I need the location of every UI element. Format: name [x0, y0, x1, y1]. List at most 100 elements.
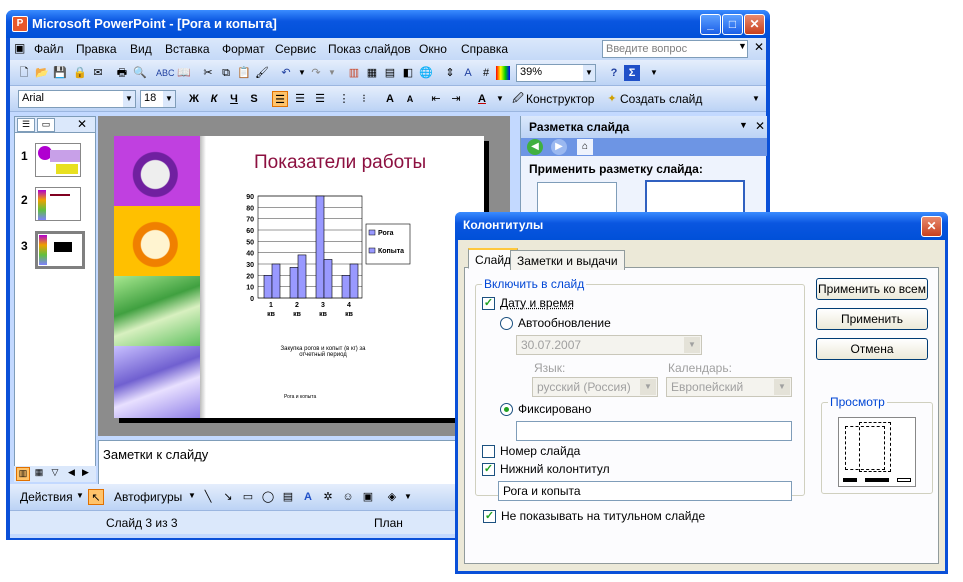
slide-thumbnail-1[interactable] [35, 143, 81, 177]
maximize-button[interactable]: □ [722, 14, 743, 35]
show-formatting-icon[interactable]: A [460, 65, 476, 81]
undo-icon[interactable]: ↶ [278, 65, 294, 81]
cut-icon[interactable]: ✂ [200, 65, 216, 81]
dialog-title-bar[interactable]: Колонтитулы ✕ [455, 212, 948, 240]
scroll-right-icon[interactable]: ▶ [82, 467, 89, 478]
outline-tab[interactable]: ☰ [17, 118, 35, 132]
designer-icon[interactable]: 🖉 [510, 91, 526, 107]
paste-icon[interactable]: 📋 [236, 65, 252, 81]
save-icon[interactable]: 💾 [52, 65, 68, 81]
home-icon[interactable]: ⌂ [577, 139, 593, 155]
line-icon[interactable]: ╲ [200, 489, 216, 505]
format-painter-icon[interactable]: 🖌 [254, 65, 270, 81]
close-document-icon[interactable]: ✕ [754, 40, 764, 54]
layout-selected-option[interactable] [645, 180, 745, 216]
zoom-select[interactable]: 39% ▼ [516, 64, 596, 82]
close-icon[interactable]: ✕ [755, 119, 765, 133]
sum-icon[interactable]: Σ [624, 65, 640, 81]
select-pointer-icon[interactable]: ↖ [88, 489, 104, 505]
current-slide[interactable]: Показатели работы 90 80 70 60 50 40 30 20 10 0 1 кв… [114, 136, 484, 418]
layout-title-option[interactable] [537, 182, 617, 216]
rectangle-icon[interactable]: ▭ [240, 489, 256, 505]
chevron-down-icon[interactable]: ▼ [188, 491, 196, 500]
menu-help[interactable]: Справка [461, 42, 508, 56]
help-icon[interactable]: ? [606, 65, 622, 81]
dialog-close-button[interactable]: ✕ [921, 216, 942, 237]
picture-icon[interactable]: ▣ [360, 489, 376, 505]
tab-notes-handouts[interactable]: Заметки и выдачи [510, 250, 625, 270]
cancel-button[interactable]: Отмена [816, 338, 928, 360]
minimize-button[interactable]: _ [700, 14, 721, 35]
toolbar-options-icon[interactable]: ▼ [646, 65, 662, 81]
menu-insert[interactable]: Вставка [165, 42, 210, 56]
tables-borders-icon[interactable]: ▤ [382, 65, 398, 81]
powerpoint-app-icon[interactable]: P [12, 16, 28, 32]
diagram-icon[interactable]: ✲ [320, 489, 336, 505]
auto-update-label[interactable]: Автообновление [518, 316, 611, 330]
permission-icon[interactable]: 🔒 [72, 65, 88, 81]
footer-label[interactable]: Нижний колонтитул [500, 462, 610, 476]
redo-icon[interactable]: ↷ [308, 65, 324, 81]
slide-thumbnail-3[interactable] [35, 231, 85, 269]
auto-update-radio[interactable] [500, 317, 513, 330]
fixed-date-input[interactable] [516, 421, 792, 441]
font-select[interactable]: Arial ▼ [18, 90, 136, 108]
menu-tools[interactable]: Сервис [275, 42, 316, 56]
bullets-icon[interactable]: ⁝ [356, 91, 372, 107]
chevron-down-icon[interactable]: ▼ [400, 489, 416, 505]
hide-on-title-label[interactable]: Не показывать на титульном слайде [501, 509, 705, 523]
menu-window[interactable]: Окно [419, 42, 447, 56]
apply-all-button[interactable]: Применить ко всем [816, 278, 928, 300]
oval-icon[interactable]: ◯ [260, 489, 276, 505]
decrease-font-icon[interactable]: A [402, 91, 418, 107]
underline-button[interactable]: Ч [226, 91, 242, 107]
increase-indent-icon[interactable]: ⇥ [448, 91, 464, 107]
menu-file[interactable]: Файл [34, 42, 64, 56]
actions-menu[interactable]: Действия [20, 490, 73, 504]
open-icon[interactable]: 📂 [34, 65, 50, 81]
numbering-icon[interactable]: ⋮ [336, 91, 352, 107]
textbox-icon[interactable]: ▤ [280, 489, 296, 505]
sorter-view-icon[interactable]: ▦ [32, 467, 46, 481]
slides-tab[interactable]: ▭ [37, 118, 55, 132]
font-color-icon[interactable]: A [474, 91, 490, 107]
footer-input[interactable]: Рога и копыта [498, 481, 792, 501]
align-right-icon[interactable]: ☰ [312, 91, 328, 107]
document-icon[interactable]: ▣ [14, 41, 25, 55]
font-size-select[interactable]: 18 ▼ [140, 90, 176, 108]
designer-button[interactable]: Конструктор [526, 92, 594, 106]
increase-font-icon[interactable]: A [382, 91, 398, 107]
menu-slideshow[interactable]: Показ слайдов [328, 42, 411, 56]
align-center-icon[interactable]: ☰ [292, 91, 308, 107]
chevron-down-icon[interactable]: ▼ [739, 120, 748, 130]
print-icon[interactable]: 🖶 [114, 65, 130, 81]
menu-edit[interactable]: Правка [76, 42, 117, 56]
menu-view[interactable]: Вид [130, 42, 152, 56]
forward-icon[interactable]: ▶ [551, 139, 567, 155]
slide-number-label[interactable]: Номер слайда [500, 444, 580, 458]
slideshow-view-icon[interactable]: ▽ [48, 467, 62, 481]
spelling-icon[interactable]: ABC [156, 65, 175, 81]
close-button[interactable]: ✕ [744, 14, 765, 35]
date-time-label[interactable]: Дату и время [500, 296, 574, 310]
arrow-icon[interactable]: ↘ [220, 489, 236, 505]
menu-format[interactable]: Формат [222, 42, 265, 56]
wordart-icon[interactable]: A [300, 489, 316, 505]
date-time-checkbox[interactable]: ✓ [482, 297, 495, 310]
shadow-button[interactable]: S [246, 91, 262, 107]
chart-icon[interactable]: ▥ [346, 65, 362, 81]
fixed-label[interactable]: Фиксировано [518, 402, 591, 416]
font-color-dropdown-icon[interactable]: ▼ [492, 91, 508, 107]
align-left-icon[interactable]: ☰ [272, 91, 288, 107]
chevron-down-icon[interactable]: ▼ [738, 41, 747, 51]
bold-button[interactable]: Ж [186, 91, 202, 107]
scroll-left-icon[interactable]: ◀ [68, 467, 75, 478]
new-slide-icon[interactable]: ✦ [604, 91, 620, 107]
apply-button[interactable]: Применить [816, 308, 928, 330]
clipart-icon[interactable]: ☺ [340, 489, 356, 505]
slide-thumbnail-2[interactable] [35, 187, 81, 221]
chevron-down-icon[interactable]: ▼ [76, 491, 84, 500]
ask-question-input[interactable]: Введите вопрос [602, 40, 748, 58]
email-icon[interactable]: ✉ [90, 65, 106, 81]
calendar-select[interactable]: Европейский ▼ [666, 377, 792, 397]
